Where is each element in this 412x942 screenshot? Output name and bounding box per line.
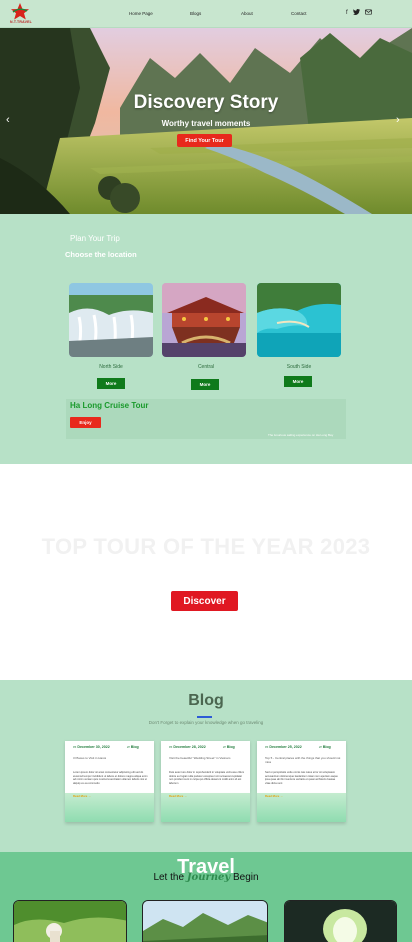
blog-card[interactable]: ▭ December 28, 2022 ▱ Blog Visit the bea… (161, 741, 250, 793)
twitter-icon[interactable] (352, 9, 360, 18)
read-more-link[interactable]: Read More → (265, 794, 283, 798)
central-more-button[interactable]: More (191, 379, 219, 390)
cruise-title: Ha Long Cruise Tour (70, 401, 149, 410)
read-more-link[interactable]: Read More → (169, 794, 187, 798)
plan-subtitle: Choose the location (65, 250, 137, 259)
cruise-note: The luxurious sailing experience on Ha L… (268, 433, 334, 437)
blog-card-footer: Read More → (65, 793, 154, 822)
blog-card[interactable]: ▭ December 30, 2022 ▱ Blog 3 Places to V… (65, 741, 154, 793)
blog-card[interactable]: ▭ December 25, 2022 ▱ Blog Top 5 - Centr… (257, 741, 346, 793)
read-more-link[interactable]: Read More → (73, 794, 91, 798)
travel-card-image[interactable] (142, 900, 268, 942)
location-image-central[interactable] (162, 283, 246, 357)
blog-card-category: Blog (130, 745, 139, 749)
location-label-north: North Side (99, 364, 123, 370)
location-image-north[interactable] (69, 283, 153, 357)
site-logo[interactable]: N.T.TRAVEL (4, 3, 34, 27)
blog-card-category: Blog (322, 745, 331, 749)
top-tour-heading: TOP TOUR OF THE YEAR 2023 (41, 534, 371, 559)
discover-button[interactable]: Discover (171, 591, 238, 611)
blog-card-date: December 30, 2022 (77, 745, 110, 749)
plan-trip-section: Plan Your Trip Choose the location North… (0, 214, 412, 464)
logo-text: N.T.TRAVEL (10, 20, 32, 24)
blog-card-date: December 25, 2022 (269, 745, 302, 749)
blog-title: Blog (188, 692, 224, 709)
star-logo-icon (11, 3, 29, 20)
mail-icon[interactable] (364, 9, 372, 18)
location-label-central: Central (197, 364, 215, 370)
blog-subtitle: Don't Forget to explain your knowledge w… (148, 720, 264, 725)
nav-link-about[interactable]: About (241, 11, 253, 16)
nav-link-home[interactable]: Home Page (129, 11, 153, 16)
find-your-tour-button[interactable]: Find Your Tour (177, 134, 232, 147)
hero-title: Discovery Story (133, 92, 279, 113)
blog-card-excerpt: Sed ut perspiciatis unde omnis iste natu… (265, 771, 338, 785)
travel-section: Travel Let the Journey Begin (0, 852, 412, 942)
blog-section: Blog Don't Forget to explain your knowle… (0, 680, 412, 852)
blog-card-title: 3 Places to Visit in Hanoi (73, 756, 107, 760)
location-image-south[interactable] (257, 283, 341, 357)
blog-card-footer: Read More → (161, 793, 250, 822)
blog-card-date: December 28, 2022 (173, 745, 206, 749)
travel-subheading: Let the Journey Begin (153, 872, 259, 883)
facebook-icon[interactable]: f (346, 9, 348, 18)
top-tour-section: TOP TOUR OF THE YEAR 2023 Discover (0, 464, 412, 680)
hero-banner: ‹ › Discovery Story Worthy travel moment… (0, 28, 412, 214)
plan-title: Plan Your Trip (70, 234, 120, 243)
hero-subtitle: Worthy travel moments (161, 119, 251, 128)
enjoy-button[interactable]: Enjoy (70, 417, 101, 428)
travel-card-image[interactable] (13, 900, 127, 942)
top-navbar: N.T.TRAVEL Home Page Blogs About Contact… (0, 0, 412, 28)
blog-card-footer: Read More → (257, 793, 346, 822)
nav-link-blogs[interactable]: Blogs (190, 11, 201, 16)
location-label-south: South Side (286, 364, 312, 370)
south-more-button[interactable]: More (284, 376, 312, 387)
blog-card-title: Visit the beautiful "Wedding Street" in … (169, 756, 231, 760)
blog-card-excerpt: Lorem ipsum dolor sit amet consectetur a… (73, 771, 148, 785)
travel-card-image[interactable] (284, 900, 397, 942)
north-more-button[interactable]: More (97, 378, 125, 389)
nav-link-contact[interactable]: Contact (291, 11, 307, 16)
blog-card-title: Top 5 - Central places with the things t… (265, 756, 341, 764)
blog-card-excerpt: Duis aute irure dolor in reprehenderit i… (169, 771, 245, 785)
blog-title-underline (197, 716, 212, 718)
blog-card-category: Blog (226, 745, 235, 749)
